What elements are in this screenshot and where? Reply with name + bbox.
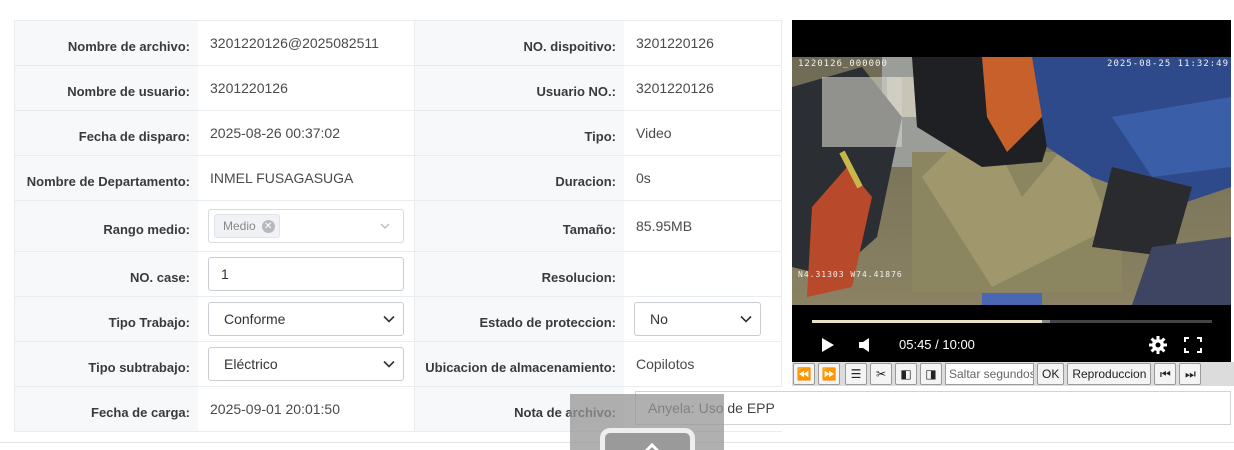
info-row: Rango medio: Medio ✕ Tamaño: 85.95MB	[15, 201, 782, 252]
video-player[interactable]: 1220126_000000 2025-08-25 11:32:49 N4.31…	[792, 20, 1231, 363]
video-progress-bar[interactable]	[812, 320, 1212, 323]
protection-selected: No	[650, 311, 668, 327]
range-tag: Medio ✕	[214, 214, 280, 238]
list-icon: ☰	[850, 367, 862, 381]
range-tag-label: Medio	[223, 219, 256, 233]
work-type-cell: Conforme	[198, 297, 415, 341]
video-progress-played	[812, 320, 1042, 323]
device-no-label: NO. dispoitivo:	[415, 21, 624, 65]
user-no-value: 3201220126	[624, 66, 782, 110]
list-button[interactable]: ☰	[845, 363, 867, 385]
range-cell: Medio ✕	[198, 201, 415, 251]
chevron-down-icon	[380, 223, 390, 229]
info-row: NO. case: 1 Resolucion:	[15, 252, 782, 297]
playback-button[interactable]: Reproduccion	[1067, 363, 1152, 385]
case-no-label: NO. case:	[15, 252, 198, 296]
work-type-label: Tipo Trabajo:	[15, 297, 198, 341]
prev-frame-icon: ◧	[900, 367, 912, 381]
range-multiselect[interactable]: Medio ✕	[208, 209, 404, 243]
case-no-cell: 1	[198, 252, 415, 296]
user-no-label: Usuario NO.:	[415, 66, 624, 110]
case-no-input[interactable]: 1	[208, 257, 404, 291]
video-frame	[792, 57, 1231, 305]
prev-frame-button[interactable]: ◧	[895, 363, 917, 385]
play-icon[interactable]	[821, 337, 835, 353]
video-progress-buffered	[1042, 320, 1050, 323]
skip-end-button[interactable]: ⏭	[1179, 363, 1202, 385]
storage-label: Ubicacion de almacenamiento:	[415, 342, 624, 386]
duration-label: Duracion:	[415, 156, 624, 200]
protection-select[interactable]: No	[634, 302, 761, 336]
storage-value: Copilotos	[624, 342, 782, 386]
scroll-top-tab	[600, 428, 695, 450]
work-type-select[interactable]: Conforme	[208, 302, 404, 336]
video-controls: 05:45 / 10:00	[792, 325, 1231, 363]
skip-seconds-input[interactable]: Saltar segundos	[945, 363, 1034, 385]
file-name-value: 3201220126@2025082511	[198, 21, 415, 65]
department-value: INMEL FUSAGASUGA	[198, 156, 415, 200]
device-no-value: 3201220126	[624, 21, 782, 65]
rewind-button[interactable]: ⏪	[793, 363, 815, 385]
video-frame-image	[792, 57, 1231, 305]
fullscreen-icon[interactable]	[1184, 337, 1202, 353]
fast-forward-icon: ⏩	[821, 367, 837, 381]
resolution-label: Resolucion:	[415, 252, 624, 296]
scissors-icon: ✂	[875, 367, 887, 381]
next-frame-button[interactable]: ◨	[920, 363, 942, 385]
skip-start-button[interactable]: ⏮	[1154, 363, 1177, 385]
protection-label: Estado de proteccion:	[415, 297, 624, 341]
upload-date-value: 2025-09-01 20:01:50	[198, 387, 415, 431]
next-frame-icon: ◨	[925, 367, 937, 381]
work-subtype-label: Tipo subtrabajo:	[15, 342, 198, 386]
chevron-down-icon	[740, 315, 752, 323]
skip-end-icon: ⏭	[1184, 366, 1196, 381]
video-osd-gps: N4.31303 W74.41876	[798, 270, 903, 279]
skip-start-icon: ⏮	[1159, 366, 1171, 381]
chevron-down-icon	[383, 315, 395, 323]
chevron-up-icon	[644, 443, 660, 450]
department-label: Nombre de Departamento:	[15, 156, 198, 200]
fast-forward-button[interactable]: ⏩	[818, 363, 840, 385]
work-subtype-cell: Eléctrico	[198, 342, 415, 386]
tag-remove-icon[interactable]: ✕	[261, 219, 275, 233]
size-label: Tamaño:	[415, 201, 624, 251]
playback-toolbar: ⏪ ⏩ ☰ ✂ ◧ ◨ Saltar segundos OK Reproducc…	[792, 362, 1234, 386]
info-row: Nombre de Departamento: INMEL FUSAGASUGA…	[15, 156, 782, 201]
protection-cell: No	[624, 297, 782, 341]
work-subtype-selected: Eléctrico	[224, 356, 278, 372]
file-name-label: Nombre de archivo:	[15, 21, 198, 65]
scroll-to-top-button[interactable]	[570, 394, 724, 450]
info-row: Tipo subtrabajo: Eléctrico Ubicacion de …	[15, 342, 782, 387]
info-row: Fecha de disparo: 2025-08-26 00:37:02 Ti…	[15, 111, 782, 156]
volume-icon[interactable]	[858, 337, 872, 353]
info-row: Nombre de usuario: 3201220126 Usuario NO…	[15, 66, 782, 111]
type-value: Video	[624, 111, 782, 155]
info-row: Tipo Trabajo: Conforme Estado de protecc…	[15, 297, 782, 342]
video-osd-id: 1220126_000000	[798, 59, 888, 69]
user-name-label: Nombre de usuario:	[15, 66, 198, 110]
clip-button[interactable]: ✂	[870, 363, 892, 385]
duration-value: 0s	[624, 156, 782, 200]
work-type-selected: Conforme	[224, 311, 286, 327]
file-info-table: Nombre de archivo: 3201220126@2025082511…	[14, 20, 782, 432]
trigger-date-label: Fecha de disparo:	[15, 111, 198, 155]
size-value: 85.95MB	[624, 201, 782, 251]
note-input[interactable]: Anyela: Uso de EPP	[635, 391, 1231, 425]
work-subtype-select[interactable]: Eléctrico	[208, 347, 404, 381]
range-label: Rango medio:	[15, 201, 198, 251]
resolution-value	[624, 252, 782, 296]
ok-button[interactable]: OK	[1037, 363, 1065, 385]
info-row: Nombre de archivo: 3201220126@2025082511…	[15, 21, 782, 66]
trigger-date-value: 2025-08-26 00:37:02	[198, 111, 415, 155]
gear-icon[interactable]	[1148, 335, 1168, 355]
type-label: Tipo:	[415, 111, 624, 155]
video-osd-timestamp: 2025-08-25 11:32:49	[1107, 59, 1229, 69]
rewind-icon: ⏪	[796, 367, 812, 381]
video-time: 05:45 / 10:00	[899, 337, 975, 352]
chevron-down-icon	[383, 360, 395, 368]
upload-date-label: Fecha de carga:	[15, 387, 198, 431]
user-name-value: 3201220126	[198, 66, 415, 110]
